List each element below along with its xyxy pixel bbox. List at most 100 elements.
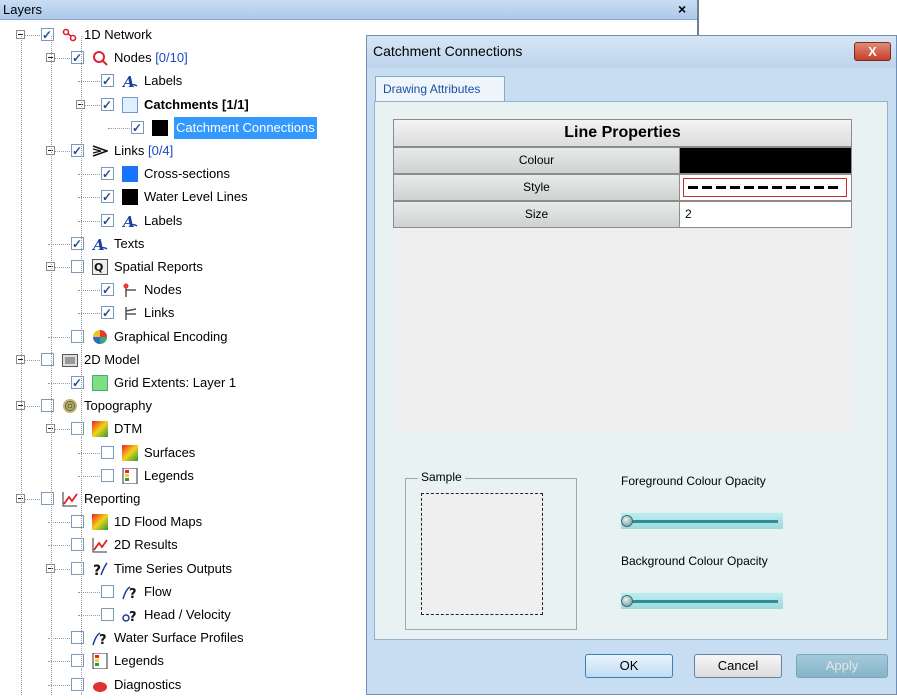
ok-button[interactable]: OK — [585, 654, 673, 678]
tree-node-label[interactable]: Topography — [84, 395, 152, 417]
colour-swatch-value[interactable] — [680, 147, 852, 174]
slider-thumb[interactable] — [621, 515, 633, 527]
tab-drawing-attributes[interactable]: Drawing Attributes — [375, 76, 505, 102]
tree-node-text: Grid Extents: Layer 1 — [114, 375, 237, 390]
tree-node-label[interactable]: Labels — [144, 70, 182, 92]
tree-node-label[interactable]: Links — [144, 302, 174, 324]
property-row-style[interactable]: Style — [393, 174, 852, 201]
dialog-close-button[interactable]: X — [854, 42, 891, 61]
tree-node-label[interactable]: Legends — [114, 650, 164, 672]
tree-node-label[interactable]: Diagnostics — [114, 674, 181, 696]
visibility-checkbox[interactable] — [71, 372, 84, 394]
tree-node-text: Nodes — [114, 50, 152, 66]
visibility-checkbox[interactable] — [71, 654, 84, 668]
visibility-checkbox[interactable] — [71, 260, 84, 273]
model-2d-icon — [62, 352, 78, 368]
apply-button[interactable]: Apply — [796, 654, 888, 678]
visibility-checkbox[interactable] — [101, 302, 114, 324]
visibility-checkbox[interactable] — [41, 399, 54, 413]
labels-icon: A — [121, 73, 138, 91]
tree-node-label[interactable]: Flow — [144, 581, 171, 603]
style-value[interactable] — [680, 174, 852, 201]
visibility-checkbox[interactable] — [71, 515, 84, 529]
slider-thumb[interactable] — [621, 595, 633, 607]
catchment-swatch-icon — [122, 96, 138, 113]
visibility-checkbox[interactable] — [41, 24, 54, 46]
foreground-opacity-slider[interactable] — [621, 512, 783, 529]
visibility-checkbox[interactable] — [101, 94, 114, 116]
tree-node-label[interactable]: Legends — [144, 465, 194, 487]
tree-node-text: Spatial Reports — [114, 259, 203, 274]
tree-node-label[interactable]: DTM — [114, 418, 142, 440]
tree-node-text: Links — [114, 143, 145, 158]
visibility-checkbox[interactable] — [71, 140, 84, 162]
visibility-checkbox[interactable] — [101, 584, 114, 598]
visibility-checkbox[interactable] — [71, 561, 84, 575]
node-report-icon — [122, 282, 138, 298]
tree-node-label[interactable]: Spatial Reports — [114, 256, 203, 278]
tree-node-label[interactable]: 2D Model — [84, 349, 140, 371]
tree-node-label[interactable]: Surfaces — [144, 442, 195, 464]
cancel-button[interactable]: Cancel — [694, 654, 782, 678]
panel-splitter[interactable] — [697, 0, 699, 36]
visibility-checkbox[interactable] — [71, 422, 84, 436]
visibility-checkbox[interactable] — [71, 329, 84, 343]
tree-node-label[interactable]: Nodes [0/10] — [114, 47, 188, 69]
visibility-checkbox[interactable] — [101, 70, 114, 92]
background-opacity-slider[interactable] — [621, 592, 783, 609]
tree-node-text: Legends — [144, 467, 194, 483]
property-row-size[interactable]: Size 2 — [393, 201, 852, 228]
visibility-checkbox[interactable] — [101, 468, 114, 482]
tree-node-label[interactable]: 2D Results — [114, 534, 178, 556]
surfaces-icon — [122, 444, 138, 461]
tree-node-label[interactable]: Nodes — [144, 279, 182, 301]
dialog-titlebar[interactable]: Catchment Connections X — [367, 36, 896, 68]
tree-node-label[interactable]: Grid Extents: Layer 1 — [114, 372, 236, 394]
tree-node-label[interactable]: Water Level Lines — [144, 186, 248, 208]
tree-node-label[interactable]: Catchments [1/1] — [144, 94, 249, 116]
tree-node-label[interactable]: Water Surface Profiles — [114, 627, 244, 649]
visibility-checkbox[interactable] — [71, 677, 84, 691]
visibility-checkbox[interactable] — [71, 538, 84, 552]
visibility-checkbox[interactable] — [131, 117, 144, 139]
tree-node-label[interactable]: Labels — [144, 210, 182, 232]
tree-node-label[interactable]: Catchment Connections — [174, 116, 317, 139]
tree-node-text: Head / Velocity — [144, 607, 231, 622]
layers-title: Layers — [3, 2, 43, 17]
line-style-dashed-swatch[interactable] — [683, 178, 847, 197]
visibility-checkbox[interactable] — [101, 279, 114, 301]
tree-node-text: Diagnostics — [114, 676, 182, 692]
visibility-checkbox[interactable] — [101, 608, 114, 621]
tree-node-label[interactable]: Graphical Encoding — [114, 326, 227, 348]
dtm-icon — [92, 421, 108, 438]
timeseries-icon: ? — [92, 561, 108, 579]
tree-node-label[interactable]: Links [0/4] — [114, 140, 173, 162]
visibility-checkbox[interactable] — [41, 492, 54, 505]
slider-track-line — [626, 600, 778, 603]
visibility-checkbox[interactable] — [71, 233, 84, 255]
tree-node-label[interactable]: Reporting — [84, 488, 140, 510]
tab-content-panel: Line Properties Colour Style Size 2 Samp… — [374, 101, 888, 640]
visibility-checkbox[interactable] — [101, 445, 114, 459]
layers-titlebar: Layers × — [0, 0, 697, 20]
layers-close-button[interactable]: × — [678, 1, 686, 17]
visibility-checkbox[interactable] — [71, 47, 84, 69]
tree-node-label[interactable]: Head / Velocity — [144, 604, 231, 626]
flood-map-icon — [92, 514, 108, 531]
visibility-checkbox[interactable] — [101, 163, 114, 185]
tree-guide-line — [81, 36, 82, 695]
black-swatch-icon — [152, 119, 168, 136]
tree-node-label[interactable]: Time Series Outputs — [114, 558, 232, 580]
tree-node-label[interactable]: 1D Network — [84, 24, 152, 46]
tree-node-label[interactable]: Texts — [114, 233, 144, 255]
tree-node-label[interactable]: Cross-sections — [144, 163, 230, 185]
tree-node-label[interactable]: 1D Flood Maps — [114, 511, 202, 533]
visibility-checkbox[interactable] — [101, 210, 114, 232]
tree-node-text: 2D Model — [84, 351, 140, 367]
visibility-checkbox[interactable] — [71, 631, 84, 645]
visibility-checkbox[interactable] — [41, 352, 54, 366]
nodes-icon — [92, 50, 108, 66]
size-value[interactable]: 2 — [680, 201, 852, 228]
property-row-colour[interactable]: Colour — [393, 147, 852, 174]
visibility-checkbox[interactable] — [101, 186, 114, 208]
